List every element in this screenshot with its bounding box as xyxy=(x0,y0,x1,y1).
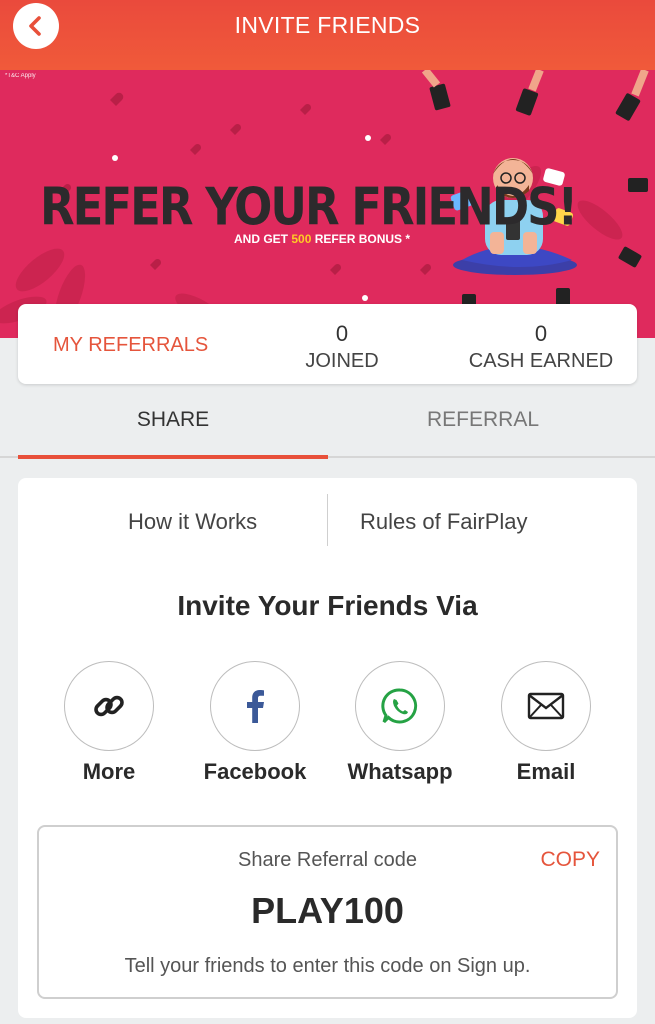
tab-referral[interactable]: REFERRAL xyxy=(328,408,638,432)
share-whatsapp-circle[interactable] xyxy=(355,661,445,751)
cash-earned-value: 0 xyxy=(534,321,548,346)
page-title: INVITE FRIENDS xyxy=(234,12,421,38)
referral-code-label: Share Referral code xyxy=(238,849,417,871)
how-it-works-link[interactable]: How it Works xyxy=(128,509,257,535)
active-tab-indicator xyxy=(18,455,328,459)
tnc-note: *T&C Apply xyxy=(5,73,36,79)
top-bar: INVITE FRIENDS xyxy=(0,0,655,70)
banner-subtext: AND GET 500 REFER BONUS * xyxy=(234,232,410,246)
share-whatsapp-button[interactable]: Whatsapp xyxy=(340,661,460,785)
tab-share[interactable]: SHARE xyxy=(18,408,328,432)
banner-sub-prefix: AND GET xyxy=(234,232,292,246)
banner-sub-suffix: REFER BONUS * xyxy=(311,232,411,246)
share-facebook-label: Facebook xyxy=(203,759,307,784)
fairplay-rules-link[interactable]: Rules of FairPlay xyxy=(360,509,528,535)
link-icon xyxy=(94,695,124,717)
share-email-label: Email xyxy=(516,759,576,784)
invite-heading: Invite Your Friends Via xyxy=(177,590,478,621)
envelope-icon xyxy=(527,692,565,720)
share-card: How it Works Rules of FairPlay Invite Yo… xyxy=(18,478,637,1018)
whatsapp-icon xyxy=(381,688,418,724)
banner-headline: REFER YOUR FRIENDS! xyxy=(40,176,578,237)
copy-button[interactable]: COPY xyxy=(540,848,600,872)
share-more-circle[interactable] xyxy=(64,661,154,751)
share-more-button[interactable]: More xyxy=(49,661,169,785)
divider xyxy=(327,494,328,546)
share-email-button[interactable]: Email xyxy=(486,661,606,785)
cash-earned-label: CASH EARNED xyxy=(468,350,614,372)
referral-stats-card: MY REFERRALS 0 JOINED 0 CASH EARNED xyxy=(18,304,637,384)
share-facebook-circle[interactable] xyxy=(210,661,300,751)
tab-bar: SHARE REFERRAL xyxy=(0,384,655,459)
info-links: How it Works Rules of FairPlay xyxy=(18,494,637,546)
cash-earned-stat: 0 CASH EARNED xyxy=(446,321,636,373)
referral-code-hint: Tell your friends to enter this code on … xyxy=(124,955,531,977)
share-email-circle[interactable] xyxy=(501,661,591,751)
share-whatsapp-label: Whatsapp xyxy=(347,759,453,784)
my-referrals-label[interactable]: MY REFERRALS xyxy=(53,334,208,357)
share-facebook-button[interactable]: Facebook xyxy=(195,661,315,785)
refer-banner: *T&C Apply REFER YOUR FRIENDS! AND GET 5… xyxy=(0,70,655,338)
bonus-amount: 500 xyxy=(291,232,312,246)
referral-code-box: Share Referral code COPY PLAY100 Tell yo… xyxy=(37,825,618,999)
share-more-label: More xyxy=(82,759,136,784)
joined-count: 0 xyxy=(335,321,349,346)
joined-label: JOINED xyxy=(305,350,379,372)
referral-code-value: PLAY100 xyxy=(251,890,404,931)
facebook-icon xyxy=(247,690,264,723)
joined-stat: 0 JOINED xyxy=(286,321,398,373)
